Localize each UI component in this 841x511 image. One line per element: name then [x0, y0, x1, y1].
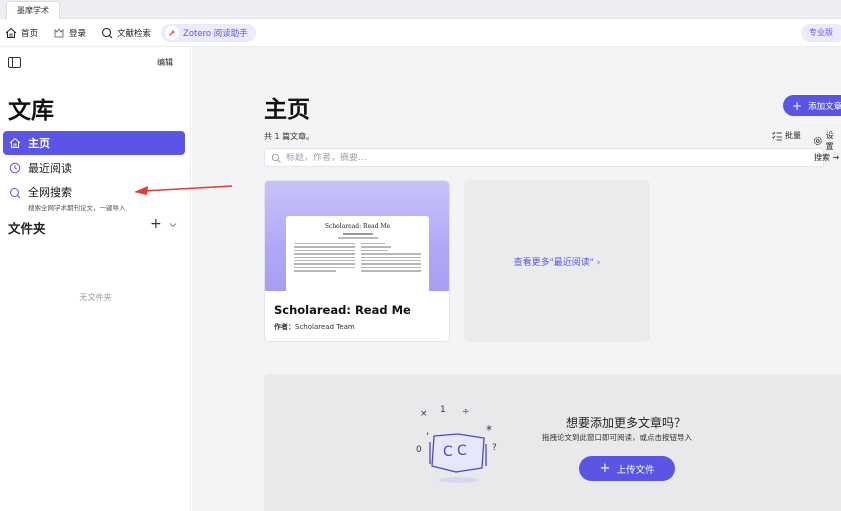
add-article-button[interactable]: + 添加文章	[783, 95, 841, 116]
edit-button[interactable]: 编辑	[157, 57, 173, 68]
zotero-icon	[165, 26, 179, 40]
sidebar-item-home[interactable]: 主页	[3, 131, 185, 155]
add-folder-icon[interactable]: +	[150, 216, 162, 232]
sidebar-item-label: 主页	[28, 137, 50, 150]
literature-search-label: 文献检索	[117, 29, 152, 39]
upload-illustration-icon: × 1 ÷ , * 0 ? C C	[416, 405, 497, 483]
svg-text:C: C	[443, 444, 453, 460]
search-button[interactable]: 搜索 →	[814, 152, 839, 163]
svg-text:?: ?	[492, 443, 497, 453]
plus-icon: +	[599, 461, 611, 476]
home-icon	[5, 27, 17, 38]
article-search-box[interactable]	[264, 148, 824, 167]
zotero-label: Zotero 阅读助手	[183, 29, 248, 39]
folders-title: 文件夹	[8, 221, 46, 236]
svg-text:C: C	[457, 443, 467, 459]
view-more-recent-link[interactable]: 查看更多"最近阅读" ›	[514, 255, 601, 268]
literature-search-button[interactable]: 文献检索	[101, 24, 151, 42]
article-count: 共 1 篇文章。	[264, 132, 315, 141]
view-more-recent-card[interactable]: 查看更多"最近阅读" ›	[464, 180, 650, 342]
article-cover: Scholaread: Read Me	[265, 181, 449, 292]
upload-title: 想要添加更多文章吗？	[566, 416, 687, 430]
svg-text:1: 1	[440, 405, 446, 415]
library-title: 文库	[8, 98, 54, 124]
pro-button[interactable]: 专业版	[801, 24, 841, 42]
sidebar-item-recent[interactable]: 最近阅读	[3, 156, 185, 180]
article-card[interactable]: Scholaread: Read Me Scholaread: Read Me …	[264, 180, 450, 342]
tab-app[interactable]: 墨摩学术	[6, 1, 60, 19]
paper-heading: Scholaread: Read Me	[324, 223, 391, 230]
article-title: Scholaread: Read Me	[274, 303, 411, 317]
login-label: 登录	[69, 29, 87, 39]
home-icon	[9, 137, 21, 148]
sidebar-toggle-icon[interactable]	[8, 57, 21, 68]
toolbar: 首页 登录 文献检索 Zotero 阅读助手 专业版	[0, 19, 841, 47]
svg-text:*: *	[486, 423, 492, 437]
svg-text:0: 0	[416, 445, 422, 455]
page-title: 主页	[264, 97, 310, 123]
svg-text:÷: ÷	[462, 407, 470, 417]
annotation-arrow-icon	[134, 185, 233, 195]
checklist-icon	[772, 131, 782, 140]
settings-label: 设置	[825, 131, 834, 151]
batch-label: 批量	[785, 131, 801, 140]
login-button[interactable]: 登录	[53, 24, 86, 42]
search-icon	[101, 27, 113, 39]
sidebar-item-description: 搜索全网学术期刊论文，一键导入	[28, 204, 126, 212]
upload-file-label: 上传文件	[616, 464, 655, 476]
search-icon	[271, 153, 281, 163]
upload-subtitle: 拖拽论文到此窗口即可阅读，或点击按钮导入	[542, 433, 692, 442]
article-author: 作者：Scholaread Team	[274, 323, 355, 331]
search-icon	[10, 188, 21, 199]
upload-file-button[interactable]: + 上传文件	[579, 456, 675, 481]
svg-text:,: ,	[426, 426, 429, 437]
svg-text:×: ×	[420, 409, 428, 419]
upload-area[interactable]: × 1 ÷ , * 0 ? C C 想要添加更多文章吗？ 拖拽论文到此窗口即可阅…	[264, 374, 841, 511]
tab-strip: 墨摩学术	[0, 0, 841, 19]
sidebar: 编辑 文库 主页 最近阅读 全网搜索 搜索全网学术期刊论文，一键导入 文件夹 +…	[0, 47, 191, 511]
sidebar-item-label: 全网搜索	[28, 186, 72, 199]
sidebar-item-label: 最近阅读	[28, 162, 72, 175]
home-button[interactable]: 首页	[5, 24, 38, 42]
gear-icon	[813, 137, 822, 145]
empty-folder-text: 无文件夹	[79, 293, 112, 302]
zotero-assistant-button[interactable]: Zotero 阅读助手	[161, 24, 256, 42]
chevron-down-icon[interactable]	[168, 220, 178, 230]
search-input[interactable]	[286, 152, 686, 163]
login-icon	[54, 28, 64, 38]
add-article-label: 添加文章	[808, 101, 841, 112]
batch-button[interactable]: 批量	[772, 130, 801, 141]
home-label: 首页	[21, 29, 39, 39]
paper-thumbnail: Scholaread: Read Me	[286, 216, 429, 292]
clock-icon	[9, 162, 21, 174]
plus-icon: +	[792, 98, 803, 113]
